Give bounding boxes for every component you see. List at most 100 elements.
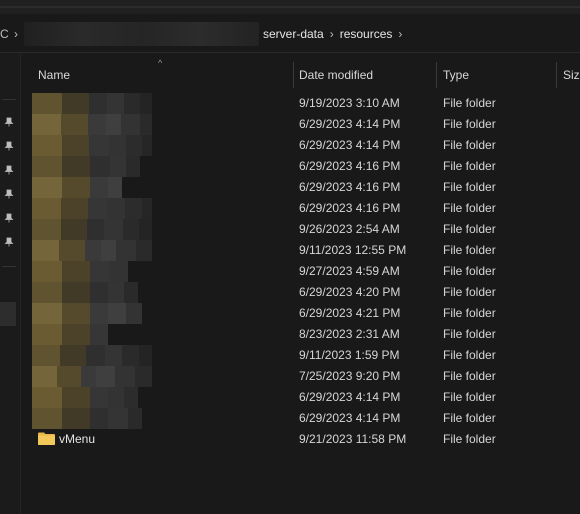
table-row[interactable]: 6/29/2023 4:16 PM File folder bbox=[20, 156, 580, 177]
redaction-block bbox=[108, 387, 124, 408]
file-type: File folder bbox=[443, 285, 496, 299]
column-name[interactable]: Name bbox=[38, 60, 70, 90]
date-modified: 9/11/2023 12:55 PM bbox=[299, 243, 407, 257]
redacted-folder-name[interactable] bbox=[32, 114, 152, 135]
redacted-folder-name[interactable] bbox=[32, 303, 152, 324]
table-row[interactable]: 6/29/2023 4:16 PM File folder bbox=[20, 198, 580, 219]
redaction-block bbox=[90, 303, 108, 324]
date-modified: 7/25/2023 9:20 PM bbox=[299, 369, 401, 383]
redaction-block bbox=[108, 282, 124, 303]
redacted-folder-name[interactable] bbox=[32, 345, 152, 366]
column-type[interactable]: Type bbox=[443, 60, 469, 90]
table-row[interactable]: 6/29/2023 4:16 PM File folder bbox=[20, 177, 580, 198]
redaction-block bbox=[124, 198, 143, 219]
column-size[interactable]: Size bbox=[563, 60, 580, 90]
redaction-block bbox=[124, 387, 138, 408]
date-modified: 8/23/2023 2:31 AM bbox=[299, 327, 400, 341]
redacted-folder-name[interactable] bbox=[32, 156, 152, 177]
redaction-block bbox=[32, 156, 62, 177]
file-type: File folder bbox=[443, 138, 496, 152]
redacted-folder-name[interactable] bbox=[32, 240, 152, 261]
redaction-block bbox=[108, 135, 127, 156]
table-row[interactable]: 6/29/2023 4:14 PM File folder bbox=[20, 408, 580, 429]
redaction-block bbox=[114, 366, 136, 387]
redaction-block bbox=[62, 303, 90, 324]
redaction-block bbox=[81, 366, 97, 387]
chevron-right-icon[interactable]: › bbox=[398, 27, 402, 41]
file-name[interactable]: vMenu bbox=[59, 432, 95, 446]
redacted-folder-name[interactable] bbox=[32, 366, 153, 387]
redaction-block bbox=[126, 135, 143, 156]
pin-icon[interactable] bbox=[3, 237, 15, 249]
redaction-block bbox=[124, 282, 138, 303]
chevron-right-icon[interactable]: › bbox=[330, 27, 334, 41]
redaction-block bbox=[32, 387, 62, 408]
navigation-pane[interactable] bbox=[0, 53, 21, 514]
pin-icon[interactable] bbox=[3, 117, 15, 129]
redacted-folder-name[interactable] bbox=[32, 135, 153, 156]
table-row[interactable]: 9/26/2023 2:54 AM File folder bbox=[20, 219, 580, 240]
breadcrumb-server-data[interactable]: server-data bbox=[263, 27, 324, 41]
redaction-block bbox=[128, 408, 142, 429]
table-row[interactable]: 9/19/2023 3:10 AM File folder bbox=[20, 93, 580, 114]
column-separator[interactable] bbox=[556, 62, 557, 88]
redacted-folder-name[interactable] bbox=[32, 408, 152, 429]
file-list: 9/19/2023 3:10 AM File folder 6/29/2023 4:… bbox=[20, 93, 580, 450]
column-date-modified[interactable]: Date modified bbox=[299, 60, 373, 90]
pin-icon[interactable] bbox=[3, 189, 15, 201]
redaction-block bbox=[88, 114, 106, 135]
table-row[interactable]: 6/29/2023 4:21 PM File folder bbox=[20, 303, 580, 324]
redacted-folder-name[interactable] bbox=[32, 387, 152, 408]
chevron-right-icon[interactable]: › bbox=[14, 27, 18, 41]
redacted-folder-name[interactable] bbox=[32, 324, 152, 345]
redaction-block bbox=[62, 387, 90, 408]
redaction-block bbox=[108, 303, 126, 324]
redaction-block bbox=[138, 219, 152, 240]
redaction-block bbox=[90, 324, 108, 345]
pin-icon[interactable] bbox=[3, 213, 15, 225]
redaction-block bbox=[61, 93, 90, 114]
date-modified: 6/29/2023 4:20 PM bbox=[299, 285, 401, 299]
column-separator[interactable] bbox=[436, 62, 437, 88]
column-separator[interactable] bbox=[293, 62, 294, 88]
table-row[interactable]: 9/11/2023 1:59 PM File folder bbox=[20, 345, 580, 366]
pin-icon[interactable] bbox=[3, 165, 15, 177]
file-type: File folder bbox=[443, 306, 496, 320]
table-row[interactable]: 6/29/2023 4:14 PM File folder bbox=[20, 135, 580, 156]
table-row[interactable]: 8/23/2023 2:31 AM File folder bbox=[20, 324, 580, 345]
date-modified: 6/29/2023 4:14 PM bbox=[299, 117, 401, 131]
redaction-block bbox=[32, 177, 62, 198]
redacted-folder-name[interactable] bbox=[32, 198, 152, 219]
table-row[interactable]: 6/29/2023 4:14 PM File folder bbox=[20, 114, 580, 135]
date-modified: 6/29/2023 4:16 PM bbox=[299, 201, 401, 215]
table-row[interactable]: 6/29/2023 4:14 PM File folder bbox=[20, 387, 580, 408]
redacted-folder-name[interactable] bbox=[32, 177, 152, 198]
redacted-folder-name[interactable] bbox=[32, 282, 152, 303]
nav-selected-item[interactable] bbox=[0, 302, 16, 326]
date-modified: 6/29/2023 4:16 PM bbox=[299, 159, 401, 173]
redaction-block bbox=[32, 198, 62, 219]
redacted-folder-name[interactable] bbox=[32, 93, 152, 114]
date-modified: 9/26/2023 2:54 AM bbox=[299, 222, 400, 236]
pin-icon[interactable] bbox=[3, 141, 15, 153]
redaction-block bbox=[62, 408, 90, 429]
redaction-block bbox=[61, 135, 90, 156]
redaction-block bbox=[140, 114, 152, 135]
address-bar[interactable]: C › server-data › resources › bbox=[0, 20, 580, 48]
table-row[interactable]: 9/11/2023 12:55 PM File folder bbox=[20, 240, 580, 261]
redaction-block bbox=[142, 135, 153, 156]
date-modified: 9/27/2023 4:59 AM bbox=[299, 264, 400, 278]
table-row[interactable]: 9/27/2023 4:59 AM File folder bbox=[20, 261, 580, 282]
table-row[interactable]: 6/29/2023 4:20 PM File folder bbox=[20, 282, 580, 303]
redaction-block bbox=[32, 261, 62, 282]
redaction-block bbox=[32, 345, 61, 366]
file-type: File folder bbox=[443, 96, 496, 110]
file-type: File folder bbox=[443, 264, 496, 278]
redaction-block bbox=[105, 114, 122, 135]
redacted-path-segment[interactable] bbox=[24, 22, 259, 46]
table-row[interactable]: vMenu 9/21/2023 11:58 PM File folder bbox=[20, 429, 580, 450]
redacted-folder-name[interactable] bbox=[32, 261, 152, 282]
breadcrumb-resources[interactable]: resources bbox=[340, 27, 393, 41]
redacted-folder-name[interactable] bbox=[32, 219, 152, 240]
table-row[interactable]: 7/25/2023 9:20 PM File folder bbox=[20, 366, 580, 387]
